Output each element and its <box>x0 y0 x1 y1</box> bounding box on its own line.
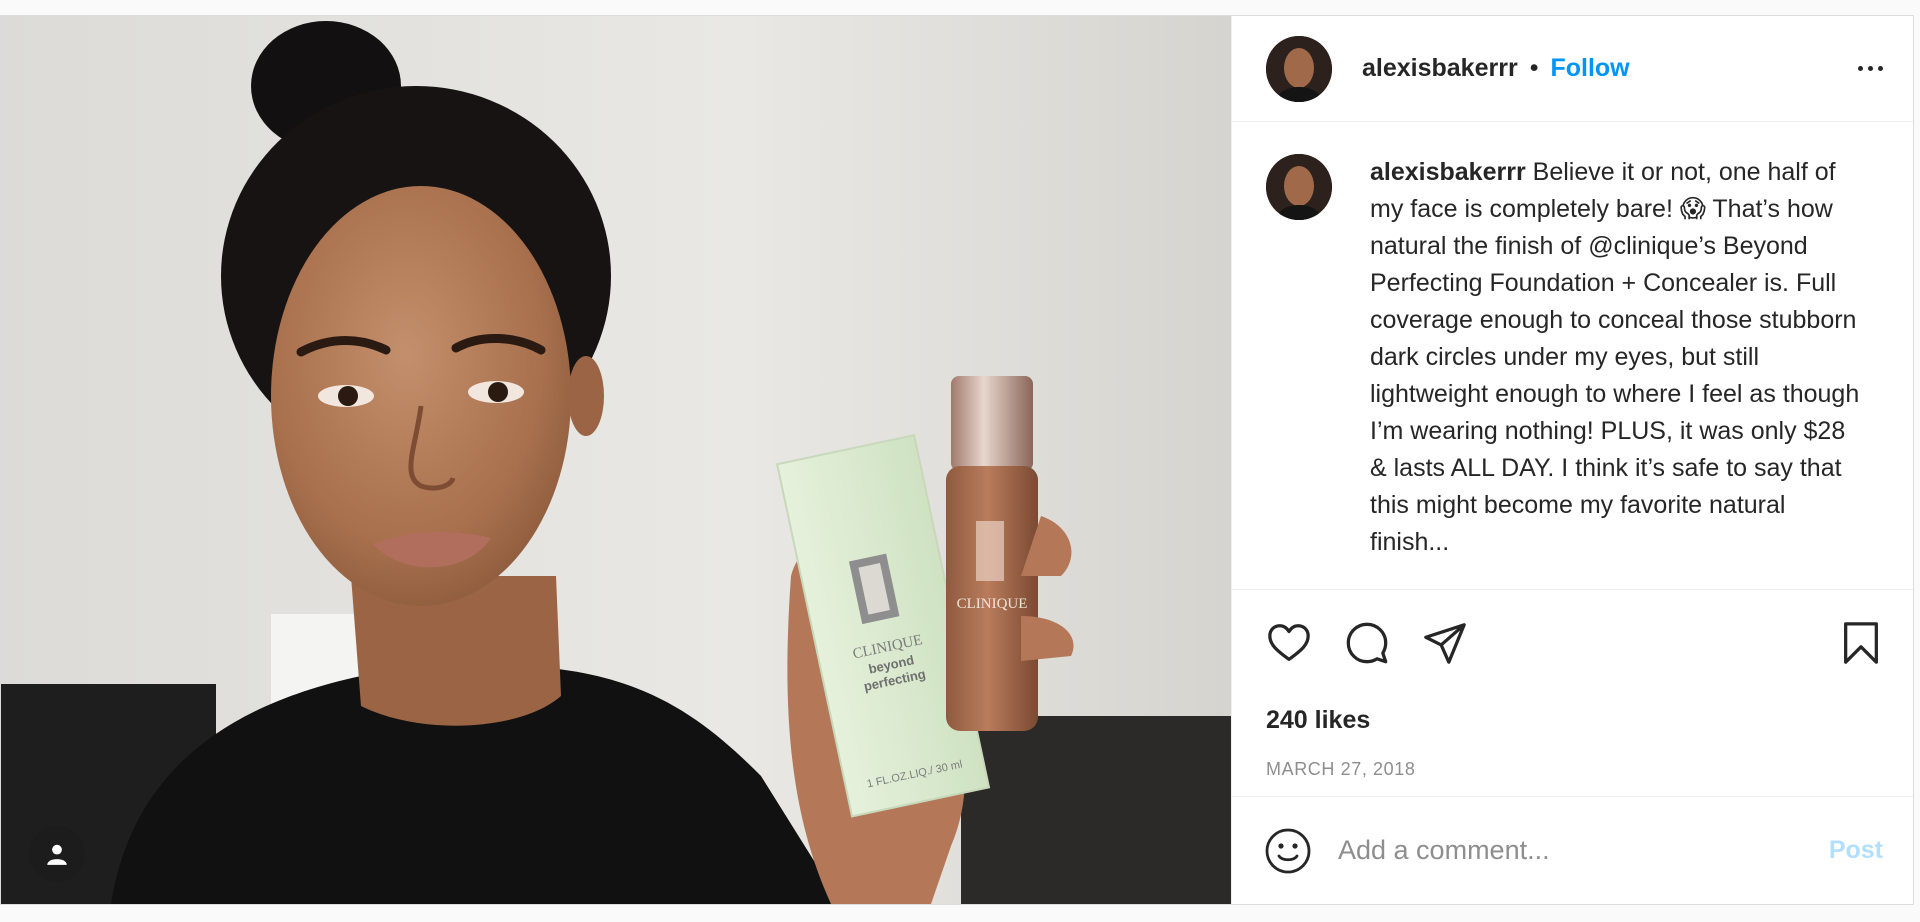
caption-text-block: alexisbakerrr Believe it or not, one hal… <box>1370 154 1860 589</box>
likes-count[interactable]: 240 likes <box>1232 666 1913 735</box>
save-icon[interactable] <box>1839 620 1883 666</box>
share-icon[interactable] <box>1422 620 1468 666</box>
user-tag-icon <box>47 844 67 865</box>
avatar-image <box>1266 35 1332 102</box>
post-date[interactable]: MARCH 27, 2018 <box>1232 735 1913 780</box>
caption-avatar-image <box>1266 154 1332 220</box>
post-modal: CLINIQUE beyond perfecting 1 FL.OZ.LIQ./… <box>0 15 1914 905</box>
emoji-icon[interactable] <box>1264 827 1312 875</box>
like-icon[interactable] <box>1266 620 1312 666</box>
comment-bar: Post <box>1232 796 1913 904</box>
more-options-icon[interactable] <box>1858 66 1883 71</box>
caption-section: alexisbakerrr Believe it or not, one hal… <box>1232 122 1913 590</box>
post-header: alexisbakerrr • Follow <box>1232 16 1913 122</box>
action-bar <box>1232 590 1913 666</box>
separator-dot: • <box>1529 54 1539 82</box>
header-username[interactable]: alexisbakerrr <box>1362 54 1518 83</box>
caption-text: Believe it or not, one half of my face i… <box>1370 158 1860 556</box>
follow-button[interactable]: Follow <box>1550 54 1629 83</box>
post-photo[interactable]: CLINIQUE beyond perfecting 1 FL.OZ.LIQ./… <box>1 16 1231 904</box>
post-details-panel: alexisbakerrr • Follow alexisbakerrr Bel… <box>1231 16 1913 904</box>
avatar[interactable] <box>1266 35 1332 102</box>
post-image: CLINIQUE beyond perfecting 1 FL.OZ.LIQ./… <box>1 16 1231 904</box>
post-comment-button[interactable]: Post <box>1829 836 1883 865</box>
tag-people-button[interactable] <box>29 826 85 882</box>
caption-avatar[interactable] <box>1266 154 1332 220</box>
bottle-brand: CLINIQUE <box>957 596 1028 612</box>
comment-input[interactable] <box>1336 834 1829 867</box>
comment-icon[interactable] <box>1344 620 1390 666</box>
caption-username[interactable]: alexisbakerrr <box>1370 158 1526 186</box>
